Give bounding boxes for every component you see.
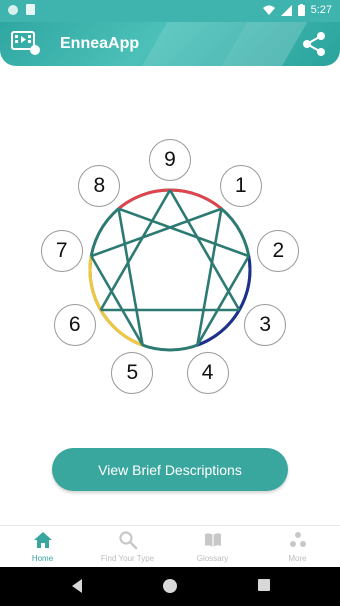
enneagram-figure — [88, 188, 252, 352]
nav-item-home[interactable]: Home — [0, 526, 85, 567]
more-dots-icon — [289, 532, 306, 547]
signal-icon — [280, 4, 292, 16]
enneagram-arc-top — [117, 188, 223, 210]
nav-item-more[interactable]: More — [255, 526, 340, 567]
enneagram-diagram: 123456789 — [0, 139, 340, 420]
book-icon — [204, 533, 221, 547]
sd-card-icon — [26, 4, 35, 15]
type-node-3[interactable]: 3 — [244, 304, 287, 346]
type-node-9[interactable]: 9 — [149, 139, 191, 181]
home-circle-icon[interactable] — [162, 578, 178, 594]
status-time: 5:27 — [310, 4, 332, 16]
battery-icon — [297, 4, 305, 16]
type-node-2[interactable]: 2 — [257, 229, 300, 272]
nav-label-glossary: Glossary — [196, 554, 229, 563]
notification-icon — [8, 4, 18, 15]
status-bar: 5:27 — [0, 0, 340, 22]
system-nav-bar — [0, 567, 340, 606]
bottom-nav: Home Find Your Type Glossary More — [0, 525, 340, 567]
back-icon[interactable] — [70, 578, 84, 594]
recents-icon[interactable] — [257, 578, 271, 592]
nav-label-more: More — [288, 554, 307, 563]
type-node-8[interactable]: 8 — [78, 164, 121, 207]
nav-label-find-your-type: Find Your Type — [100, 554, 155, 563]
wifi-icon — [262, 5, 275, 15]
search-icon — [118, 531, 137, 550]
share-icon[interactable] — [300, 30, 328, 58]
type-node-4[interactable]: 4 — [186, 352, 229, 395]
app-bar: EnneaApp — [0, 22, 340, 66]
type-node-7[interactable]: 7 — [40, 229, 83, 272]
type-node-1[interactable]: 1 — [219, 164, 262, 207]
nav-label-home: Home — [31, 554, 54, 563]
nav-item-glossary[interactable]: Glossary — [170, 526, 255, 567]
view-brief-descriptions-label: View Brief Descriptions — [98, 461, 242, 478]
view-brief-descriptions-button[interactable]: View Brief Descriptions — [52, 448, 288, 491]
video-app-icon[interactable] — [11, 30, 41, 56]
type-node-6[interactable]: 6 — [53, 304, 96, 346]
home-icon — [33, 532, 52, 548]
nav-item-find-your-type[interactable]: Find Your Type — [85, 526, 170, 567]
app-title: EnneaApp — [60, 35, 140, 52]
